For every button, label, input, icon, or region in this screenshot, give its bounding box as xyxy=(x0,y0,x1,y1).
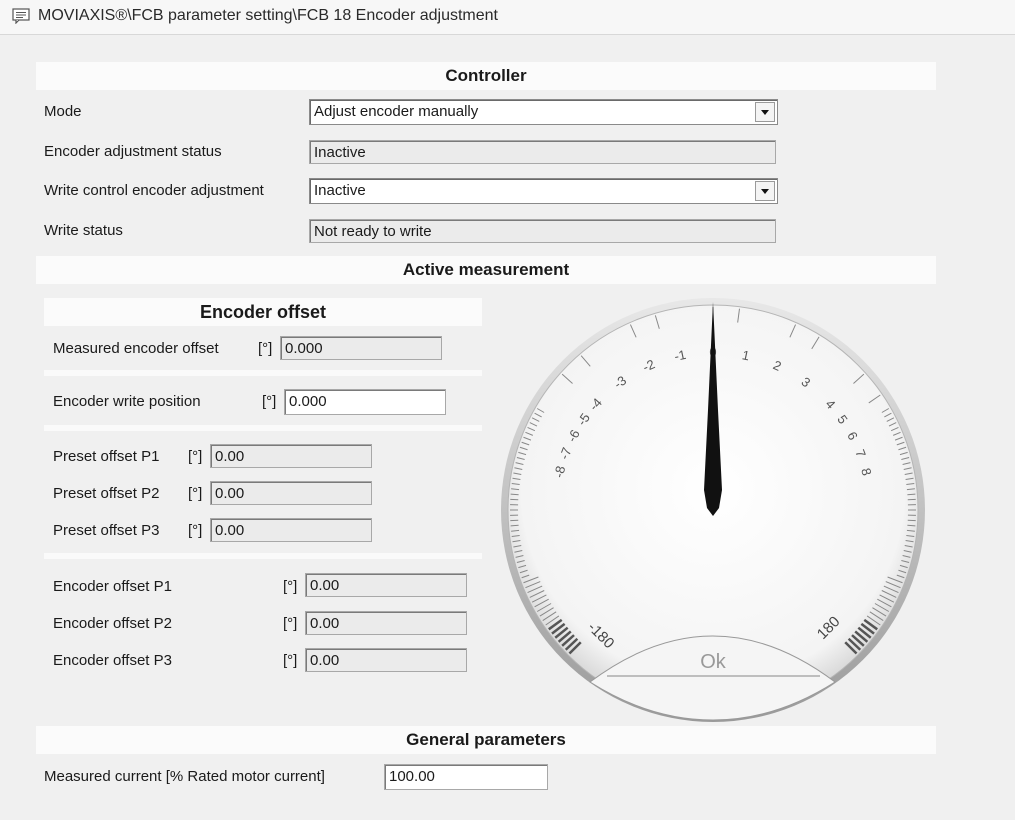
encoder-offset-heading: Encoder offset xyxy=(44,298,482,326)
chevron-down-icon xyxy=(761,110,769,115)
measured-offset-unit: [°] xyxy=(258,340,273,357)
preset-offset-p3-field: 0.00 xyxy=(210,518,372,542)
preset-offset-label: Preset offset P1 xyxy=(53,448,160,465)
adjustment-status-field: Inactive xyxy=(309,140,776,164)
status-label: Encoder adjustment status xyxy=(44,143,222,160)
write-status-label: Write status xyxy=(44,222,123,239)
encoder-offset-label: Encoder offset P3 xyxy=(53,652,172,669)
active-measurement-heading: Active measurement xyxy=(36,256,936,284)
write-control-select-value: Inactive xyxy=(314,182,366,199)
preset-offset-label: Preset offset P3 xyxy=(53,522,160,539)
gauge-tick xyxy=(510,493,519,496)
write-position-label: Encoder write position xyxy=(53,393,201,410)
preset-offset-p2-field: 0.00 xyxy=(210,481,372,505)
mode-dropdown-button[interactable] xyxy=(755,102,775,122)
gauge-tick xyxy=(510,524,519,527)
chevron-down-icon xyxy=(761,189,769,194)
preset-offset-p1-field: 0.00 xyxy=(210,444,372,468)
measured-current-label: Measured current [% Rated motor current] xyxy=(44,768,325,785)
measured-current-input[interactable]: 100.00 xyxy=(384,764,548,790)
write-status-field: Not ready to write xyxy=(309,219,776,243)
divider xyxy=(44,425,482,431)
encoder-offset-p1-field: 0.00 xyxy=(305,573,467,597)
preset-offset-unit: [°] xyxy=(188,448,203,465)
write-position-input[interactable]: 0.000 xyxy=(284,389,446,415)
general-parameters-heading: General parameters xyxy=(36,726,936,754)
gauge-tick xyxy=(907,524,916,527)
divider xyxy=(44,370,482,376)
mode-label: Mode xyxy=(44,103,82,120)
encoder-offset-p2-field: 0.00 xyxy=(305,611,467,635)
controller-heading: Controller xyxy=(36,62,936,90)
encoder-offset-label: Encoder offset P2 xyxy=(53,615,172,632)
window-title: MOVIAXIS®\FCB parameter setting\FCB 18 E… xyxy=(38,7,498,24)
encoder-offset-unit: [°] xyxy=(283,652,298,669)
encoder-offset-unit: [°] xyxy=(283,615,298,632)
window-icon xyxy=(12,8,30,24)
preset-offset-label: Preset offset P2 xyxy=(53,485,160,502)
write-control-dropdown-button[interactable] xyxy=(755,181,775,201)
encoder-offset-p3-field: 0.00 xyxy=(305,648,467,672)
encoder-offset-label: Encoder offset P1 xyxy=(53,578,172,595)
mode-select-value: Adjust encoder manually xyxy=(314,103,479,120)
write-control-label: Write control encoder adjustment xyxy=(44,182,264,199)
measured-offset-field: 0.000 xyxy=(280,336,442,360)
divider xyxy=(44,553,482,559)
title-bar: MOVIAXIS®\FCB parameter setting\FCB 18 E… xyxy=(0,0,1015,35)
write-control-select[interactable]: Inactive xyxy=(309,178,778,204)
gauge-tick xyxy=(907,493,916,496)
measured-offset-label: Measured encoder offset xyxy=(53,340,219,357)
ok-button-label: Ok xyxy=(700,651,727,673)
preset-offset-unit: [°] xyxy=(188,485,203,502)
write-position-unit: [°] xyxy=(262,393,277,410)
mode-select[interactable]: Adjust encoder manually xyxy=(309,99,778,125)
encoder-gauge: -8-7-6-5-4-3-2-1012345678 -180 180 Ok xyxy=(501,298,925,722)
preset-offset-unit: [°] xyxy=(188,522,203,539)
encoder-offset-unit: [°] xyxy=(283,578,298,595)
